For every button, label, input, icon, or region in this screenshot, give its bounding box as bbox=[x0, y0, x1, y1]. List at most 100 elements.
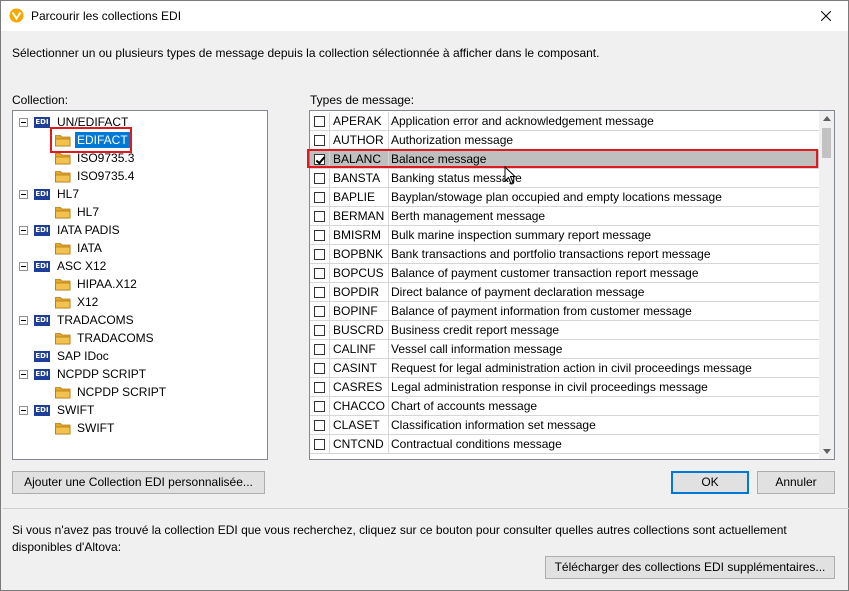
tree-collection-node[interactable]: EDI NCPDP SCRIPT bbox=[34, 365, 148, 383]
message-type-row[interactable]: BUSCRD Business credit report message bbox=[310, 321, 820, 340]
message-type-checkbox[interactable] bbox=[314, 439, 325, 450]
message-code: BUSCRD bbox=[331, 321, 389, 339]
message-type-row[interactable]: BMISRM Bulk marine inspection summary rep… bbox=[310, 226, 820, 245]
tree-folder-node[interactable]: ISO9735.3 bbox=[55, 149, 136, 167]
edi-icon: EDI bbox=[34, 368, 50, 380]
add-custom-collection-button[interactable]: Ajouter une Collection EDI personnalisée… bbox=[12, 471, 265, 494]
download-collections-button[interactable]: Télécharger des collections EDI suppléme… bbox=[545, 556, 835, 579]
checked-row-highlight bbox=[307, 149, 818, 168]
message-type-checkbox[interactable] bbox=[314, 249, 325, 260]
edi-icon: EDI bbox=[34, 260, 50, 272]
message-type-checkbox[interactable] bbox=[314, 116, 325, 127]
tree-folder-node[interactable]: X12 bbox=[55, 293, 100, 311]
tree-collection-node[interactable]: EDI ASC X12 bbox=[34, 257, 108, 275]
message-description: Bank transactions and portfolio transact… bbox=[391, 247, 711, 261]
folder-icon bbox=[55, 296, 71, 308]
message-type-checkbox[interactable] bbox=[314, 363, 325, 374]
footer-separator bbox=[2, 508, 849, 509]
message-type-row[interactable]: CLASET Classification information set mes… bbox=[310, 416, 820, 435]
scroll-thumb[interactable] bbox=[822, 128, 831, 158]
message-code: BOPINF bbox=[331, 302, 389, 320]
message-type-row[interactable]: BANSTA Banking status message bbox=[310, 169, 820, 188]
message-type-row[interactable]: BOPCUS Balance of payment customer transa… bbox=[310, 264, 820, 283]
checkbox-cell bbox=[310, 207, 330, 225]
message-type-checkbox[interactable] bbox=[314, 287, 325, 298]
checkbox-cell bbox=[310, 416, 330, 434]
message-type-row[interactable]: CHACCO Chart of accounts message bbox=[310, 397, 820, 416]
tree-collection-node[interactable]: EDI TRADACOMS bbox=[34, 311, 136, 329]
checkbox-cell bbox=[310, 435, 330, 453]
tree-node-label: HL7 bbox=[77, 205, 100, 219]
tree-collection-node[interactable]: EDI SWIFT bbox=[34, 401, 96, 419]
tree-folder-node[interactable]: TRADACOMS bbox=[55, 329, 156, 347]
message-code: BOPCUS bbox=[331, 264, 389, 282]
tree-collection-node[interactable]: EDI SAP IDoc bbox=[34, 347, 111, 365]
message-type-row[interactable]: CASRES Legal administration response in c… bbox=[310, 378, 820, 397]
tree-folder-node[interactable]: HIPAA.X12 bbox=[55, 275, 139, 293]
tree-collapse-toggle[interactable] bbox=[19, 316, 28, 325]
title-bar: Parcourir les collections EDI bbox=[1, 1, 848, 31]
message-type-checkbox[interactable] bbox=[314, 382, 325, 393]
close-button[interactable] bbox=[804, 1, 848, 31]
folder-icon bbox=[55, 170, 71, 182]
tree-collapse-toggle[interactable] bbox=[19, 406, 28, 415]
message-type-row[interactable]: CASINT Request for legal administration a… bbox=[310, 359, 820, 378]
tree-collapse-toggle[interactable] bbox=[19, 262, 28, 271]
message-type-checkbox[interactable] bbox=[314, 268, 325, 279]
tree-folder-node[interactable]: HL7 bbox=[55, 203, 101, 221]
tree-collapse-toggle[interactable] bbox=[19, 226, 28, 235]
message-type-row[interactable]: AUTHOR Authorization message bbox=[310, 131, 820, 150]
checkbox-cell bbox=[310, 169, 330, 187]
message-type-checkbox[interactable] bbox=[314, 135, 325, 146]
message-type-checkbox[interactable] bbox=[314, 401, 325, 412]
message-type-checkbox[interactable] bbox=[314, 344, 325, 355]
message-code: CHACCO bbox=[331, 397, 389, 415]
tree-collapse-toggle[interactable] bbox=[19, 370, 28, 379]
mouse-cursor-icon bbox=[504, 166, 517, 185]
message-code: CLASET bbox=[331, 416, 389, 434]
message-type-row[interactable]: CALINF Vessel call information message bbox=[310, 340, 820, 359]
tree-collection-node[interactable]: EDI IATA PADIS bbox=[34, 221, 122, 239]
checkbox-cell bbox=[310, 226, 330, 244]
message-type-checkbox[interactable] bbox=[314, 173, 325, 184]
tree-collapse-toggle[interactable] bbox=[19, 118, 28, 127]
message-type-row[interactable]: BOPBNK Bank transactions and portfolio tr… bbox=[310, 245, 820, 264]
tree-folder-node[interactable]: ISO9735.4 bbox=[55, 167, 136, 185]
instruction-text: Sélectionner un ou plusieurs types de me… bbox=[12, 46, 600, 60]
message-type-checkbox[interactable] bbox=[314, 211, 325, 222]
message-type-checkbox[interactable] bbox=[314, 420, 325, 431]
edi-icon: EDI bbox=[34, 404, 50, 416]
tree-folder-node[interactable]: NCPDP SCRIPT bbox=[55, 383, 168, 401]
tree-node-label: ISO9735.4 bbox=[77, 169, 135, 183]
message-type-checkbox[interactable] bbox=[314, 192, 325, 203]
ok-button[interactable]: OK bbox=[671, 471, 749, 494]
close-icon bbox=[821, 11, 831, 21]
tree-collapse-toggle[interactable] bbox=[19, 190, 28, 199]
checkbox-cell bbox=[310, 397, 330, 415]
message-code: CNTCND bbox=[331, 435, 389, 453]
tree-node-label: X12 bbox=[77, 295, 99, 309]
folder-icon bbox=[55, 332, 71, 344]
vertical-scrollbar[interactable] bbox=[819, 111, 834, 459]
message-type-row[interactable]: BOPDIR Direct balance of payment declarat… bbox=[310, 283, 820, 302]
message-type-checkbox[interactable] bbox=[314, 306, 325, 317]
tree-collection-node[interactable]: EDI HL7 bbox=[34, 185, 81, 203]
message-type-row[interactable]: BERMAN Berth management message bbox=[310, 207, 820, 226]
message-type-row[interactable]: APERAK Application error and acknowledgem… bbox=[310, 112, 820, 131]
message-type-row[interactable]: BAPLIE Bayplan/stowage plan occupied and … bbox=[310, 188, 820, 207]
message-type-row[interactable]: CNTCND Contractual conditions message bbox=[310, 435, 820, 454]
message-type-row[interactable]: BOPINF Balance of payment information fro… bbox=[310, 302, 820, 321]
checkbox-cell bbox=[310, 340, 330, 358]
tree-node-label: HL7 bbox=[57, 187, 80, 201]
tree-folder-node[interactable]: IATA bbox=[55, 239, 104, 257]
checkbox-cell bbox=[310, 359, 330, 377]
tree-folder-node[interactable]: SWIFT bbox=[55, 419, 116, 437]
scroll-down-arrow[interactable] bbox=[819, 444, 834, 459]
message-type-checkbox[interactable] bbox=[314, 230, 325, 241]
cancel-button[interactable]: Annuler bbox=[757, 471, 835, 494]
message-type-checkbox[interactable] bbox=[314, 325, 325, 336]
collection-tree[interactable]: EDI UN/EDIFACT EDIFACT ISO9735.3 ISO9735.4 ED… bbox=[12, 110, 268, 460]
scroll-up-arrow[interactable] bbox=[819, 111, 834, 126]
chevron-up-icon bbox=[822, 116, 831, 121]
message-description: Authorization message bbox=[391, 133, 514, 147]
